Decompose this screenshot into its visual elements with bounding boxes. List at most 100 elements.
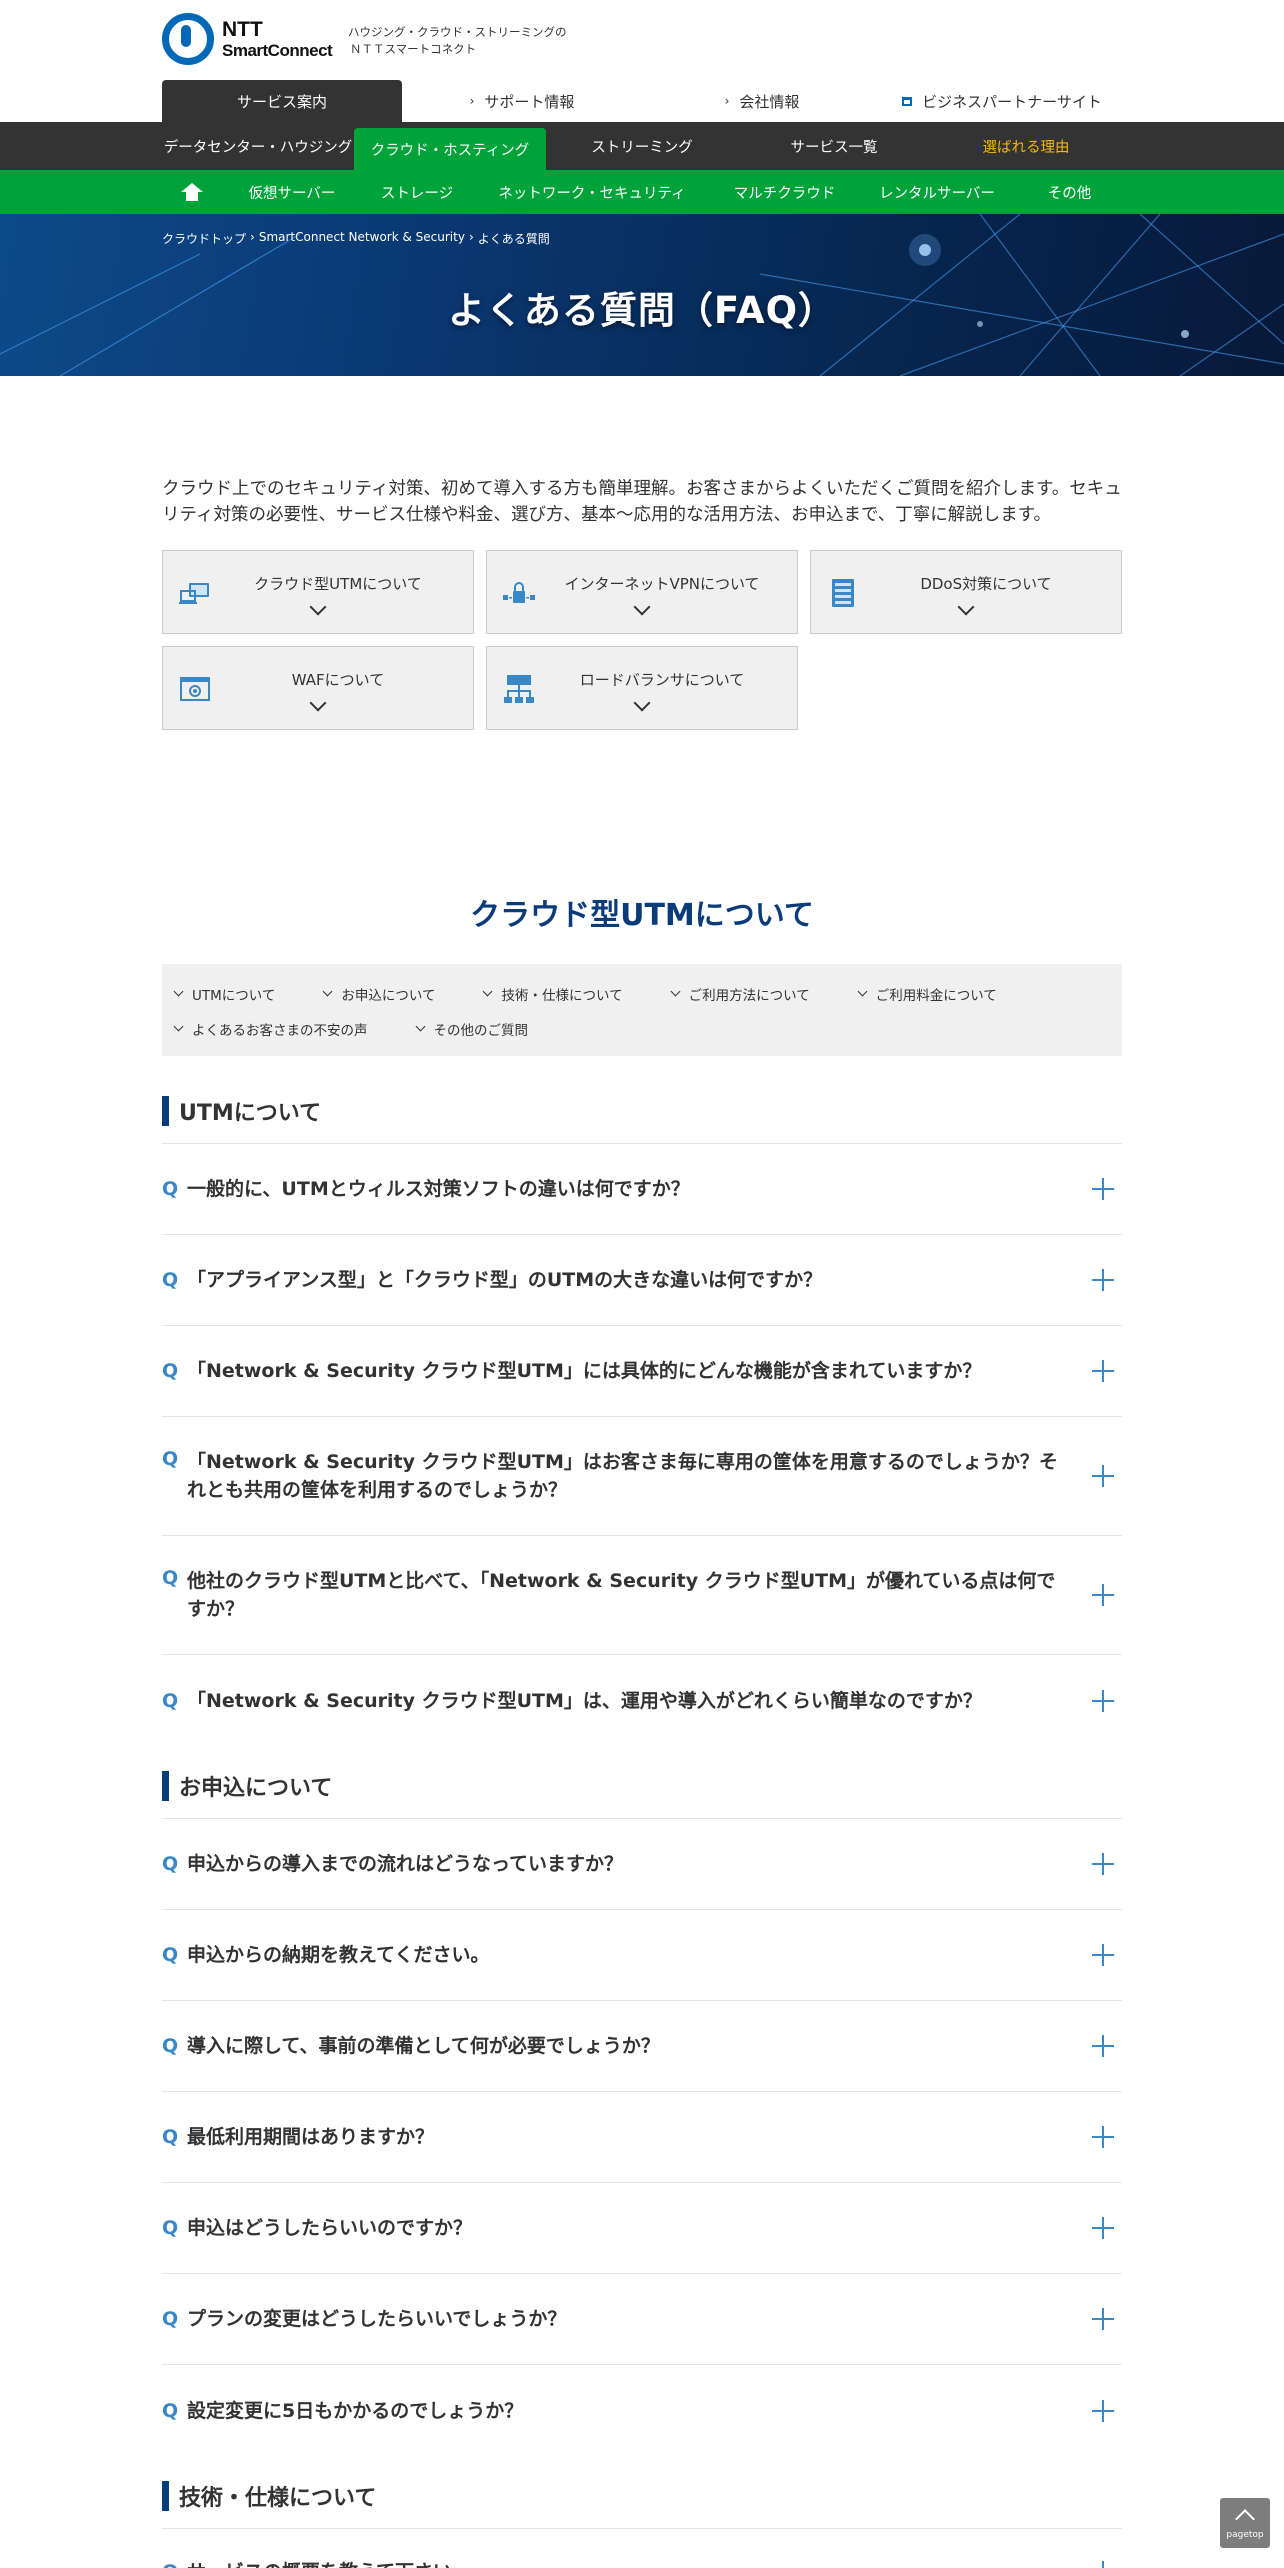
sub-nav-network-security[interactable]: ネットワーク・セキュリティ — [472, 182, 712, 203]
main-nav: データセンター・ハウジング クラウド・ホスティング ストリーミング サービス一覧… — [0, 122, 1284, 170]
category-heading: UTMについて — [162, 1096, 1122, 1126]
anchor-links: UTMについて お申込について 技術・仕様について ご利用方法について ご利用料… — [162, 964, 1122, 1056]
faq-category-application: お申込について Q 申込からの導入までの流れはどうなっていますか？ Q 申込からの納… — [162, 1771, 1122, 2456]
chevron-right-icon: › — [469, 94, 475, 108]
q-marker: Q — [162, 2399, 179, 2422]
utility-nav: サービス案内 › サポート情報 › 会社情報 ビジネスパートナーサイト — [162, 80, 1122, 122]
q-marker: Q — [162, 2035, 179, 2057]
faq-item[interactable]: Q 一般的に、UTMとウィルス対策ソフトの違いは何ですか？ — [162, 1144, 1122, 1235]
heading-bar — [162, 2481, 169, 2511]
plus-icon[interactable] — [1092, 2561, 1114, 2568]
plus-icon[interactable] — [1092, 2126, 1114, 2148]
anchor-other[interactable]: その他のご質問 — [414, 1011, 529, 1046]
plus-icon[interactable] — [1092, 1584, 1114, 1606]
plus-icon[interactable] — [1092, 1178, 1114, 1200]
chevron-down-icon — [633, 598, 651, 616]
faq-item[interactable]: Q 導入に際して、事前の準備として何が必要でしょうか？ — [162, 2001, 1122, 2092]
anchor-customer-concerns[interactable]: よくあるお客さまの不安の声 — [172, 1011, 368, 1046]
anchor-utm[interactable]: UTMについて — [172, 976, 275, 1011]
faq-question: 他社のクラウド型UTMと比べて、「Network & Security クラウド… — [187, 1570, 1056, 1620]
main-nav-datacenter[interactable]: データセンター・ハウジング — [162, 122, 354, 170]
anchor-label: UTMについて — [192, 987, 276, 1004]
plus-icon[interactable] — [1092, 1689, 1114, 1712]
q-marker: Q — [162, 2126, 179, 2148]
faq-question: 申込からの導入までの流れはどうなっていますか？ — [187, 1853, 624, 1875]
faq-item[interactable]: Q 「Network & Security クラウド型UTM」はお客さま毎に専用の… — [162, 1417, 1122, 1536]
main-nav-reasons[interactable]: 選ばれる理由 — [930, 122, 1122, 170]
sub-nav-virtual-server[interactable]: 仮想サーバー — [222, 182, 362, 203]
tagline-line-1: ハウジング・クラウド・ストリーミングの — [348, 25, 567, 39]
faq-item[interactable]: Q 申込からの導入までの流れはどうなっていますか？ — [162, 1819, 1122, 1910]
q-marker: Q — [162, 2217, 179, 2239]
faq-question: 設定変更に5日もかかるのでしょうか？ — [187, 2399, 524, 2422]
pagetop-button[interactable]: pagetop — [1220, 2498, 1270, 2548]
util-nav-label: 会社情報 — [739, 92, 800, 111]
anchor-label: その他のご質問 — [433, 1022, 529, 1039]
faq-item[interactable]: Q 申込はどうしたらいいのですか？ — [162, 2183, 1122, 2274]
sub-nav-rental-server[interactable]: レンタルサーバー — [857, 182, 1017, 203]
main-nav-streaming[interactable]: ストリーミング — [546, 122, 738, 170]
card-vpn[interactable]: インターネットVPNについて — [486, 550, 798, 634]
plus-icon[interactable] — [1092, 1853, 1114, 1875]
plus-icon[interactable] — [1092, 2035, 1114, 2057]
faq-item[interactable]: Q 最低利用期間はありますか？ — [162, 2092, 1122, 2183]
card-label: DDoS対策について — [920, 575, 1052, 593]
tagline-line-2: ＮＴＴスマートコネクト — [350, 42, 477, 56]
sub-nav-home[interactable] — [162, 183, 222, 201]
faq-question: 「Network & Security クラウド型UTM」はお客さま毎に専用の筐… — [187, 1451, 1058, 1501]
ntt-smartconnect-logo[interactable]: NTT SmartConnect — [162, 13, 333, 65]
plus-icon[interactable] — [1092, 1269, 1114, 1291]
faq-item[interactable]: Q 申込からの納期を教えてください。 — [162, 1910, 1122, 2001]
card-load-balancer[interactable]: ロードバランサについて — [486, 646, 798, 730]
card-label: WAFについて — [291, 671, 385, 689]
logo-smartconnect-text: SmartConnect — [222, 41, 333, 60]
card-label: クラウド型UTMについて — [254, 575, 422, 593]
breadcrumb-network-security[interactable]: SmartConnect Network & Security — [259, 230, 465, 247]
faq-item[interactable]: Q 他社のクラウド型UTMと比べて、「Network & Security クラウ… — [162, 1536, 1122, 1655]
breadcrumb-separator: › — [468, 230, 474, 244]
sub-nav-storage[interactable]: ストレージ — [362, 182, 472, 203]
faq-question: 申込はどうしたらいいのですか？ — [187, 2217, 473, 2239]
faq-item[interactable]: Qサービスの概要を教えて下さい。 — [162, 2529, 1122, 2568]
external-window-icon — [902, 96, 913, 106]
sub-nav-multicloud[interactable]: マルチクラウド — [712, 182, 857, 203]
util-nav-business-partner[interactable]: ビジネスパートナーサイト — [882, 80, 1122, 122]
faq-item[interactable]: Q 設定変更に5日もかかるのでしょうか？ — [162, 2365, 1122, 2456]
intro-text: クラウド上でのセキュリティ対策、初めて導入する方も簡単理解。お客さまからよくいた… — [162, 479, 1122, 525]
faq-item[interactable]: Q プランの変更はどうしたらいいでしょうか？ — [162, 2274, 1122, 2365]
chevron-down-icon — [415, 1021, 425, 1032]
pagetop-label: pagetop — [1226, 2530, 1264, 2540]
plus-icon[interactable] — [1092, 2217, 1114, 2239]
home-icon — [181, 183, 203, 201]
chevron-down-icon — [633, 694, 651, 712]
anchor-label: 技術・仕様について — [501, 987, 623, 1004]
util-nav-services[interactable]: サービス案内 — [162, 80, 402, 122]
card-ddos[interactable]: DDoS対策について — [810, 550, 1122, 634]
util-nav-support[interactable]: › サポート情報 — [402, 80, 642, 122]
breadcrumb-cloud-top[interactable]: クラウドトップ — [162, 230, 246, 247]
anchor-pricing[interactable]: ご利用料金について — [856, 976, 997, 1011]
plus-icon[interactable] — [1092, 1360, 1114, 1382]
plus-icon[interactable] — [1092, 2399, 1114, 2422]
anchor-usage[interactable]: ご利用方法について — [669, 976, 810, 1011]
plus-icon[interactable] — [1092, 1465, 1114, 1487]
faq-item[interactable]: Q 「Network & Security クラウド型UTM」には具体的にどんな機… — [162, 1326, 1122, 1417]
main-nav-cloud-hosting[interactable]: クラウド・ホスティング — [354, 128, 546, 170]
card-label: ロードバランサについて — [579, 671, 745, 689]
util-nav-label: ビジネスパートナーサイト — [922, 92, 1102, 111]
plus-icon[interactable] — [1092, 1944, 1114, 1966]
anchor-tech-spec[interactable]: 技術・仕様について — [481, 976, 623, 1011]
section-title-utm: クラウド型UTMについて — [470, 898, 814, 933]
faq-item[interactable]: Q 「アプライアンス型」と「クラウド型」のUTMの大きな違いは何ですか？ — [162, 1235, 1122, 1326]
breadcrumb: クラウドトップ › SmartConnect Network & Securit… — [162, 230, 554, 247]
anchor-application[interactable]: お申込について — [321, 976, 435, 1011]
card-label: インターネットVPNについて — [564, 575, 760, 593]
main-nav-service-list[interactable]: サービス一覧 — [738, 122, 930, 170]
main-content: クラウド上でのセキュリティ対策、初めて導入する方も簡単理解。お客さまからよくいた… — [162, 476, 1122, 2568]
card-utm[interactable]: クラウド型UTMについて — [162, 550, 474, 634]
card-waf[interactable]: WAFについて — [162, 646, 474, 730]
sub-nav-other[interactable]: その他 — [1017, 182, 1122, 203]
util-nav-company[interactable]: › 会社情報 — [642, 80, 882, 122]
faq-item[interactable]: Q 「Network & Security クラウド型UTM」は、運用や導入がどれ… — [162, 1655, 1122, 1746]
plus-icon[interactable] — [1092, 2308, 1114, 2330]
